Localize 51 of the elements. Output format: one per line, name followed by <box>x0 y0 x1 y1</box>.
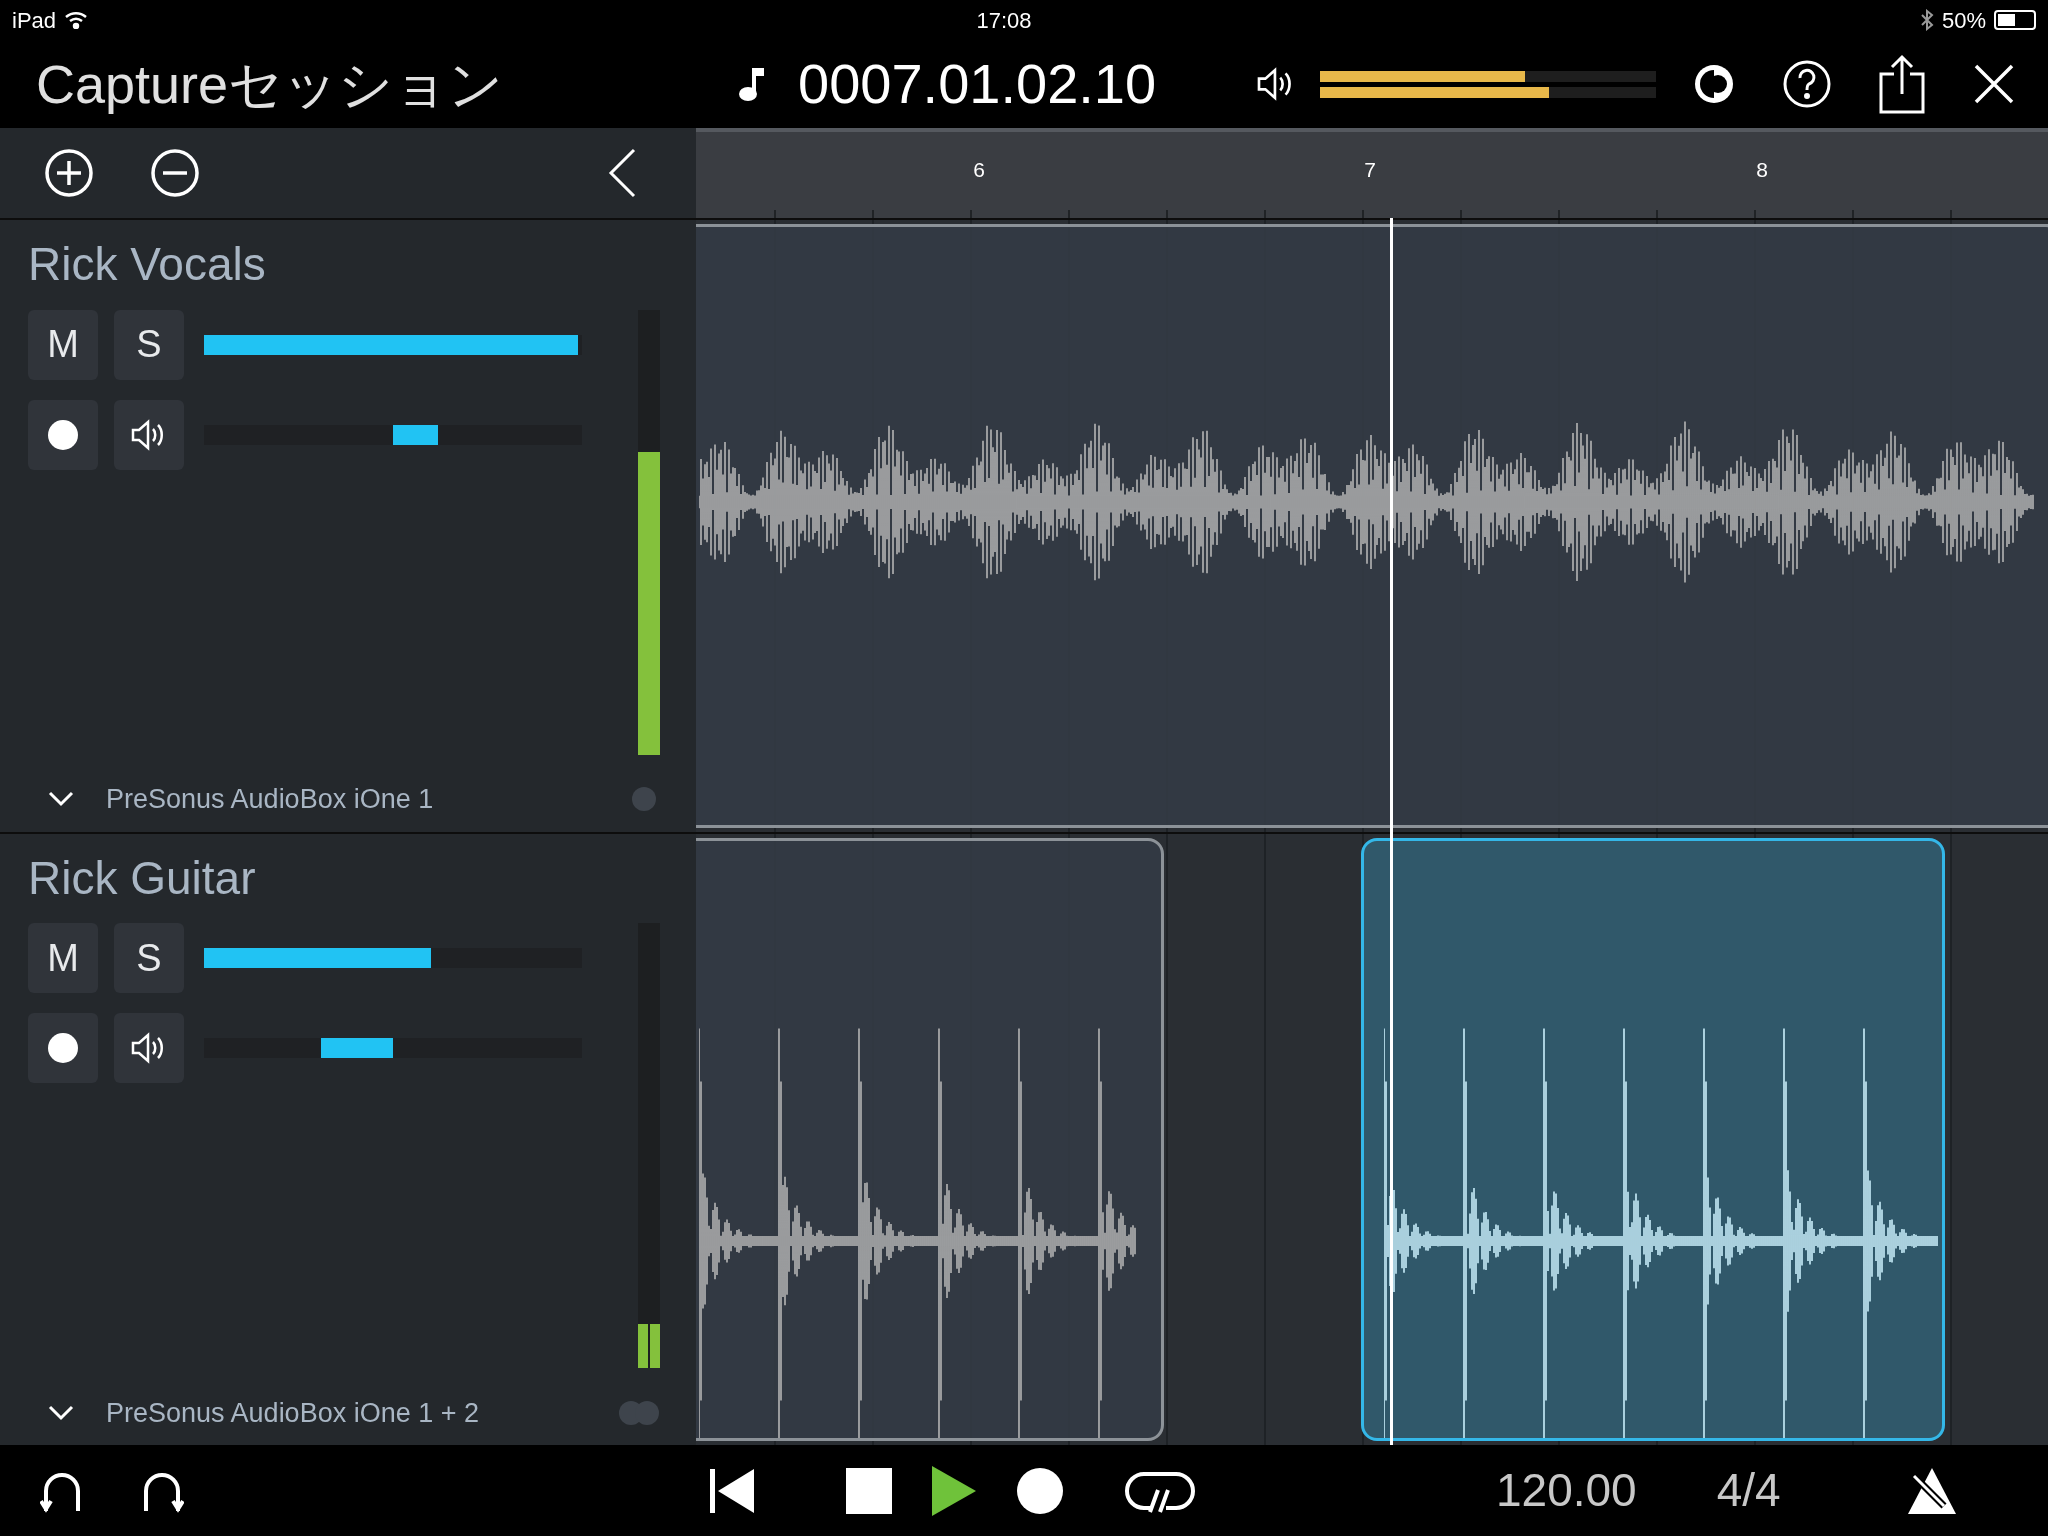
pan-slider[interactable] <box>204 1038 582 1058</box>
input-label[interactable]: PreSonus AudioBox iOne 1 + 2 <box>106 1392 479 1433</box>
bar-number: 6 <box>973 157 985 183</box>
monitor-button[interactable] <box>114 1013 184 1083</box>
audio-clip[interactable] <box>696 224 2048 828</box>
solo-button[interactable]: S <box>114 309 184 380</box>
audio-clip[interactable] <box>1361 837 1946 1441</box>
record-arm-button[interactable] <box>28 1013 98 1083</box>
close-icon[interactable] <box>1972 62 2016 106</box>
battery-percent: 50% <box>1941 6 1986 35</box>
stereo-input-icon <box>618 1399 660 1426</box>
track-name: Rick Guitar <box>28 850 257 906</box>
mute-button[interactable]: M <box>28 923 98 993</box>
record-icon[interactable] <box>1016 1466 1064 1515</box>
battery-fill <box>1998 14 2015 26</box>
clock: 17:08 <box>976 6 1032 35</box>
chevron-down-icon[interactable] <box>48 791 74 808</box>
stop-icon[interactable] <box>846 1467 892 1514</box>
half-circle-icon[interactable] <box>1692 62 1736 106</box>
monitor-button[interactable] <box>114 399 184 470</box>
solo-button[interactable]: S <box>114 923 184 993</box>
audio-clip[interactable] <box>696 837 1164 1441</box>
record-icon <box>48 1033 78 1063</box>
chevron-left-icon[interactable] <box>608 148 636 198</box>
track-name: Rick Vocals <box>28 237 267 292</box>
device-name: iPad <box>12 6 57 35</box>
time-signature[interactable]: 4/4 <box>1716 1456 1781 1525</box>
bar-number: 8 <box>1756 157 1768 183</box>
help-icon[interactable] <box>1782 59 1832 109</box>
chevron-down-icon[interactable] <box>48 1404 74 1421</box>
play-icon[interactable] <box>932 1465 976 1516</box>
bar-number: 7 <box>1364 157 1376 183</box>
pan-slider[interactable] <box>204 424 582 445</box>
share-icon[interactable] <box>1878 54 1926 114</box>
wifi-icon <box>64 11 89 29</box>
timeline-ruler[interactable]: 6 7 8 <box>696 128 2048 218</box>
song-position: 0007.01.02.10 <box>798 51 1157 117</box>
mute-button[interactable]: M <box>28 309 98 380</box>
mono-input-icon <box>632 787 656 812</box>
remove-track-icon[interactable] <box>150 148 200 198</box>
input-label[interactable]: PreSonus AudioBox iOne 1 <box>106 779 434 820</box>
record-icon <box>48 419 78 450</box>
bluetooth-icon <box>1919 9 1934 31</box>
record-arm-button[interactable] <box>28 399 98 470</box>
playhead-line[interactable] <box>1389 218 1393 1445</box>
music-note-icon <box>736 66 766 102</box>
skip-back-icon[interactable] <box>708 1466 756 1515</box>
add-track-icon[interactable] <box>44 148 94 198</box>
session-title: Captureセッション <box>36 53 504 114</box>
volume-slider[interactable] <box>204 948 582 968</box>
tempo-value[interactable]: 120.00 <box>1496 1456 1637 1525</box>
